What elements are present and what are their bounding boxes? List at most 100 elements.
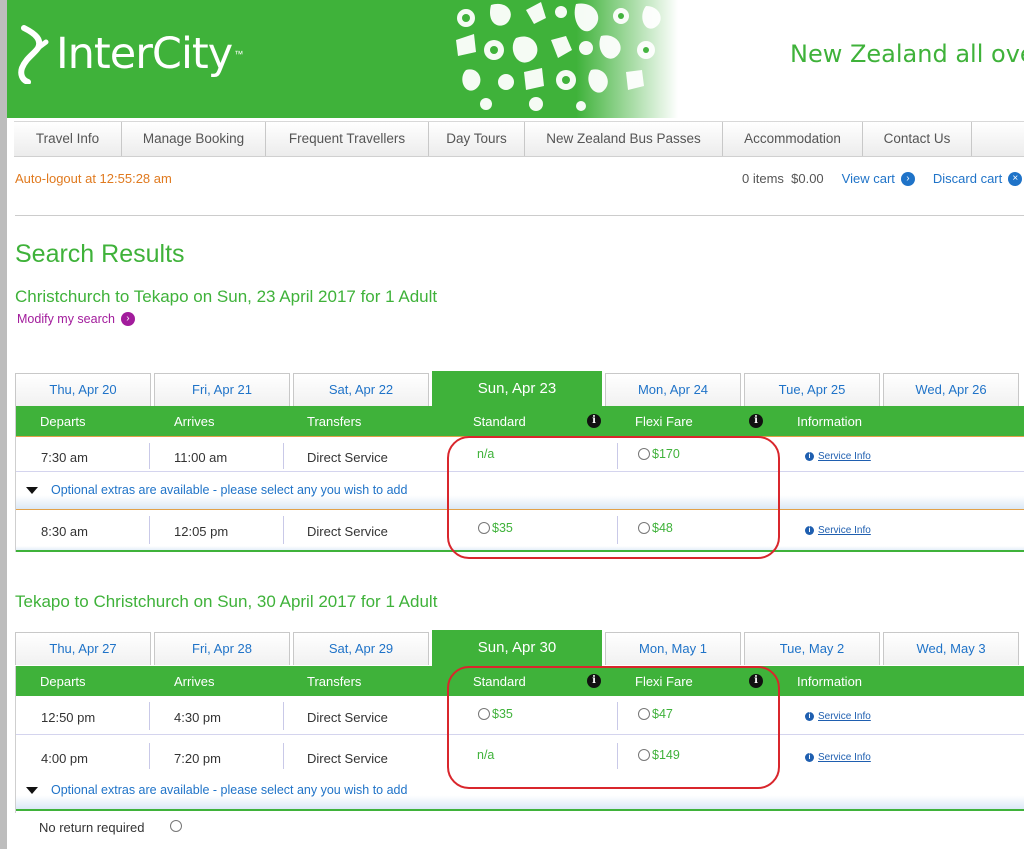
- transfers-value: Direct Service: [307, 450, 388, 465]
- nav-item-new-zealand-bus-passes[interactable]: New Zealand Bus Passes: [525, 122, 723, 156]
- logo-text: InterCity: [56, 29, 233, 79]
- flexi-fare-option[interactable]: $170: [638, 447, 680, 461]
- flexi-fare-radio[interactable]: [638, 749, 650, 761]
- intercity-logo[interactable]: InterCity ™: [16, 24, 243, 84]
- logo-swoosh-icon: [16, 24, 50, 84]
- date-tab[interactable]: Tue, Apr 25: [744, 373, 880, 406]
- column-separator: [617, 516, 618, 544]
- tagline: New Zealand all over: [790, 40, 1024, 68]
- caret-down-icon: [26, 487, 38, 494]
- flexi-fare-option[interactable]: $47: [638, 707, 673, 721]
- flexi-info-icon[interactable]: i: [749, 414, 763, 428]
- standard-fare-option[interactable]: $35: [478, 707, 513, 721]
- col-departs: Departs: [40, 414, 86, 429]
- optional-extras-toggle[interactable]: Optional extras are available - please s…: [16, 775, 1024, 809]
- cart-bar: 0 items $0.00 View cart › Discard cart ×: [742, 171, 1023, 186]
- table-row[interactable]: 8:30 am 12:05 pm Direct Service $35 $48 …: [16, 510, 1024, 546]
- view-cart-label: View cart: [841, 171, 895, 186]
- nav-item-frequent-travellers[interactable]: Frequent Travellers: [266, 122, 429, 156]
- date-tab[interactable]: Fri, Apr 28: [154, 632, 290, 665]
- departs-time: 12:50 pm: [41, 710, 96, 725]
- date-tab[interactable]: Tue, May 2: [744, 632, 880, 665]
- nav-item-manage-booking[interactable]: Manage Booking: [122, 122, 266, 156]
- arrives-time: 12:05 pm: [174, 524, 229, 539]
- col-standard: Standard: [473, 674, 526, 689]
- flexi-fare-radio[interactable]: [638, 448, 650, 460]
- col-transfers: Transfers: [307, 674, 362, 689]
- date-tab[interactable]: Wed, May 3: [883, 632, 1019, 665]
- modify-search-label: Modify my search: [17, 312, 115, 326]
- column-separator: [149, 516, 150, 544]
- optional-extras-toggle[interactable]: Optional extras are available - please s…: [16, 475, 1024, 509]
- column-separator: [617, 743, 618, 769]
- date-tab[interactable]: Mon, May 1: [605, 632, 741, 665]
- date-tab-selected[interactable]: Sun, Apr 30: [432, 630, 602, 666]
- col-arrives: Arrives: [174, 674, 215, 689]
- window-edge: [0, 0, 7, 849]
- standard-fare-text: n/a: [477, 447, 495, 461]
- return-results-table: Departs Arrives Transfers Standard i Fle…: [15, 666, 1024, 813]
- service-info-link[interactable]: i Service Info: [805, 752, 871, 763]
- standard-fare-na: n/a: [477, 447, 494, 461]
- view-cart-link[interactable]: View cart ›: [842, 171, 915, 186]
- close-icon: ×: [1008, 171, 1023, 186]
- nav-item-travel-info[interactable]: Travel Info: [14, 122, 122, 156]
- date-tab[interactable]: Thu, Apr 20: [15, 373, 151, 406]
- col-transfers: Transfers: [307, 414, 362, 429]
- table-row[interactable]: 12:50 pm 4:30 pm Direct Service $35 $47 …: [16, 696, 1024, 736]
- service-info-label: Service Info: [818, 752, 871, 763]
- date-tab[interactable]: Fri, Apr 21: [154, 373, 290, 406]
- cart-summary: 0 items $0.00: [742, 171, 824, 186]
- col-arrives: Arrives: [174, 414, 215, 429]
- standard-fare-radio[interactable]: [478, 522, 490, 534]
- standard-info-icon[interactable]: i: [587, 414, 601, 428]
- standard-fare-radio[interactable]: [478, 708, 490, 720]
- nav-item-accommodation[interactable]: Accommodation: [723, 122, 863, 156]
- service-info-label: Service Info: [818, 451, 871, 462]
- table-section-border: [16, 809, 1024, 811]
- flexi-info-icon[interactable]: i: [749, 674, 763, 688]
- date-tab[interactable]: Mon, Apr 24: [605, 373, 741, 406]
- date-tab[interactable]: Thu, Apr 27: [15, 632, 151, 665]
- table-row[interactable]: 7:30 am 11:00 am Direct Service n/a $170…: [16, 437, 1024, 475]
- service-info-label: Service Info: [818, 711, 871, 722]
- nav-item-contact-us[interactable]: Contact Us: [863, 122, 972, 156]
- date-tab[interactable]: Sat, Apr 22: [293, 373, 429, 406]
- row-rule: [16, 734, 1024, 735]
- arrow-right-icon: ›: [900, 171, 915, 186]
- no-return-label: No return required: [39, 820, 145, 835]
- service-info-link[interactable]: i Service Info: [805, 711, 871, 722]
- standard-fare-option[interactable]: $35: [478, 521, 513, 535]
- date-tab[interactable]: Wed, Apr 26: [883, 373, 1019, 406]
- optional-extras-label: Optional extras are available - please s…: [51, 783, 408, 797]
- table-row[interactable]: 4:00 pm 7:20 pm Direct Service n/a $149 …: [16, 737, 1024, 775]
- column-separator: [617, 702, 618, 730]
- service-info-link[interactable]: i Service Info: [805, 525, 871, 536]
- transfers-value: Direct Service: [307, 524, 388, 539]
- flexi-fare-radio[interactable]: [638, 708, 650, 720]
- row-rule: [16, 471, 1024, 472]
- date-tab-selected[interactable]: Sun, Apr 23: [432, 371, 602, 407]
- date-tab[interactable]: Sat, Apr 29: [293, 632, 429, 665]
- discard-cart-label: Discard cart: [932, 171, 1003, 186]
- column-separator: [283, 702, 284, 730]
- arrives-time: 4:30 pm: [174, 710, 221, 725]
- standard-info-icon[interactable]: i: [587, 674, 601, 688]
- standard-fare-text: n/a: [477, 748, 495, 762]
- no-return-option[interactable]: No return required: [15, 813, 1024, 849]
- service-info-link[interactable]: i Service Info: [805, 451, 871, 462]
- nav-item-day-tours[interactable]: Day Tours: [429, 122, 525, 156]
- no-return-radio[interactable]: [170, 820, 182, 832]
- discard-cart-link[interactable]: Discard cart ×: [932, 171, 1023, 186]
- outbound-results-table: Departs Arrives Transfers Standard i Fle…: [15, 406, 1024, 552]
- flexi-fare-radio[interactable]: [638, 522, 650, 534]
- departs-time: 7:30 am: [41, 450, 88, 465]
- page-title: Search Results: [15, 240, 185, 268]
- modify-search-link[interactable]: Modify my search ›: [17, 312, 135, 326]
- flexi-fare-option[interactable]: $149: [638, 748, 680, 762]
- col-flexi: Flexi Fare: [635, 674, 693, 689]
- info-icon: i: [805, 753, 814, 762]
- col-information: Information: [797, 674, 863, 689]
- decorative-nz-icons: [446, 0, 672, 118]
- flexi-fare-option[interactable]: $48: [638, 521, 673, 535]
